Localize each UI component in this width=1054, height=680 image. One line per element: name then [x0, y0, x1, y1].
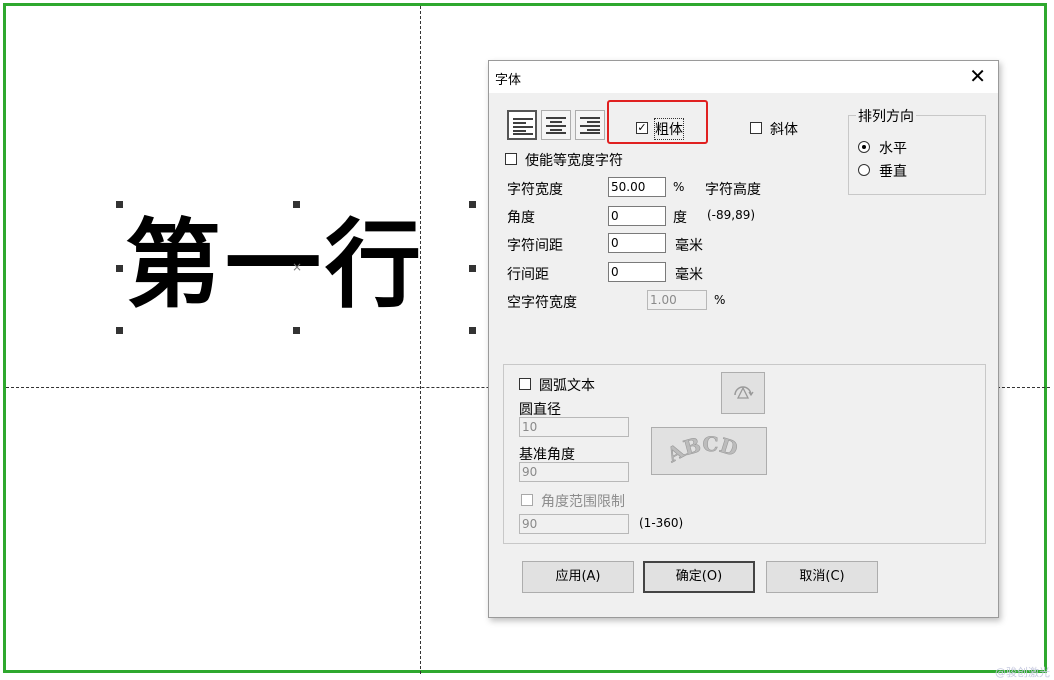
selection-handle-bl[interactable] — [116, 327, 123, 334]
apply-button[interactable]: 应用(A) — [522, 561, 634, 593]
angle-limit-input[interactable]: 90 — [519, 514, 629, 534]
fixed-width-checkbox[interactable] — [505, 153, 517, 165]
base-angle-label: 基准角度 — [519, 447, 575, 463]
center-mark-icon: × — [292, 260, 303, 274]
diameter-input[interactable]: 10 — [519, 417, 629, 437]
selection-handle-bm[interactable] — [293, 327, 300, 334]
direction-group-title: 排列方向 — [856, 106, 916, 126]
align-left-icon — [513, 118, 533, 135]
char-spacing-label: 字符间距 — [507, 238, 563, 254]
bold-highlight-box — [607, 100, 708, 144]
line-spacing-unit: 毫米 — [675, 267, 703, 283]
space-width-label: 空字符宽度 — [507, 295, 577, 311]
selection-handle-tl[interactable] — [116, 201, 123, 208]
align-center-icon — [546, 117, 566, 134]
space-width-input[interactable]: 1.00 — [647, 290, 707, 310]
dialog-title: 字体 — [495, 73, 522, 88]
close-icon[interactable]: ✕ — [969, 65, 986, 87]
horizontal-label: 水平 — [879, 141, 907, 157]
diameter-label: 圆直径 — [519, 402, 561, 418]
align-center-button[interactable] — [541, 110, 571, 140]
angle-limit-checkbox[interactable] — [521, 494, 533, 506]
vertical-radio[interactable] — [858, 164, 870, 176]
base-angle-input[interactable]: 90 — [519, 462, 629, 482]
direction-group — [848, 115, 986, 195]
watermark: @骏创激光 — [995, 666, 1050, 679]
selection-handle-br[interactable] — [469, 327, 476, 334]
font-dialog: 字体 ✕ ✓ 粗体 斜体 排列方向 水平 垂直 使能等宽度字符 字符宽度 50.… — [488, 60, 999, 618]
char-spacing-input[interactable]: 0 — [608, 233, 666, 253]
angle-range: (-89,89) — [707, 208, 756, 222]
arc-preview-text: ABCD — [662, 432, 741, 468]
svg-text:ABCD: ABCD — [662, 432, 741, 468]
char-height-label: 字符高度 — [705, 182, 761, 198]
line-spacing-input[interactable]: 0 — [608, 262, 666, 282]
line-spacing-label: 行间距 — [507, 267, 549, 283]
vertical-guide — [420, 6, 421, 674]
italic-label: 斜体 — [770, 122, 798, 138]
char-spacing-unit: 毫米 — [675, 238, 703, 254]
horizontal-radio[interactable] — [858, 141, 870, 153]
selection-handle-tr[interactable] — [469, 201, 476, 208]
space-width-unit: % — [714, 293, 726, 307]
char-width-unit: % — [673, 180, 685, 194]
arc-preview-button[interactable]: ABCD — [651, 427, 767, 475]
char-width-label: 字符宽度 — [507, 182, 563, 198]
angle-unit: 度 — [673, 210, 687, 226]
fixed-width-label: 使能等宽度字符 — [525, 153, 623, 169]
angle-input[interactable]: 0 — [608, 206, 666, 226]
dialog-titlebar: 字体 ✕ — [489, 61, 998, 93]
italic-checkbox[interactable] — [750, 122, 762, 134]
ok-button[interactable]: 确定(O) — [643, 561, 755, 593]
angle-limit-range: (1-360) — [639, 516, 684, 530]
arc-rotate-button[interactable] — [721, 372, 765, 414]
angle-label: 角度 — [507, 210, 535, 226]
selection-handle-ml[interactable] — [116, 265, 123, 272]
arc-text-label: 圆弧文本 — [539, 378, 595, 394]
vertical-label: 垂直 — [879, 164, 907, 180]
arc-text-checkbox[interactable] — [519, 378, 531, 390]
selection-handle-mr[interactable] — [469, 265, 476, 272]
cancel-button[interactable]: 取消(C) — [766, 561, 878, 593]
canvas-text-object[interactable]: 第一行 — [125, 200, 425, 330]
selection-handle-tm[interactable] — [293, 201, 300, 208]
align-left-button[interactable] — [507, 110, 537, 140]
arc-rotate-icon — [734, 386, 754, 399]
angle-limit-label: 角度范围限制 — [541, 494, 625, 510]
align-right-button[interactable] — [575, 110, 605, 140]
char-width-input[interactable]: 50.00 — [608, 177, 666, 197]
arc-preview-graphic: ABCD — [662, 432, 741, 468]
align-right-icon — [580, 117, 600, 134]
